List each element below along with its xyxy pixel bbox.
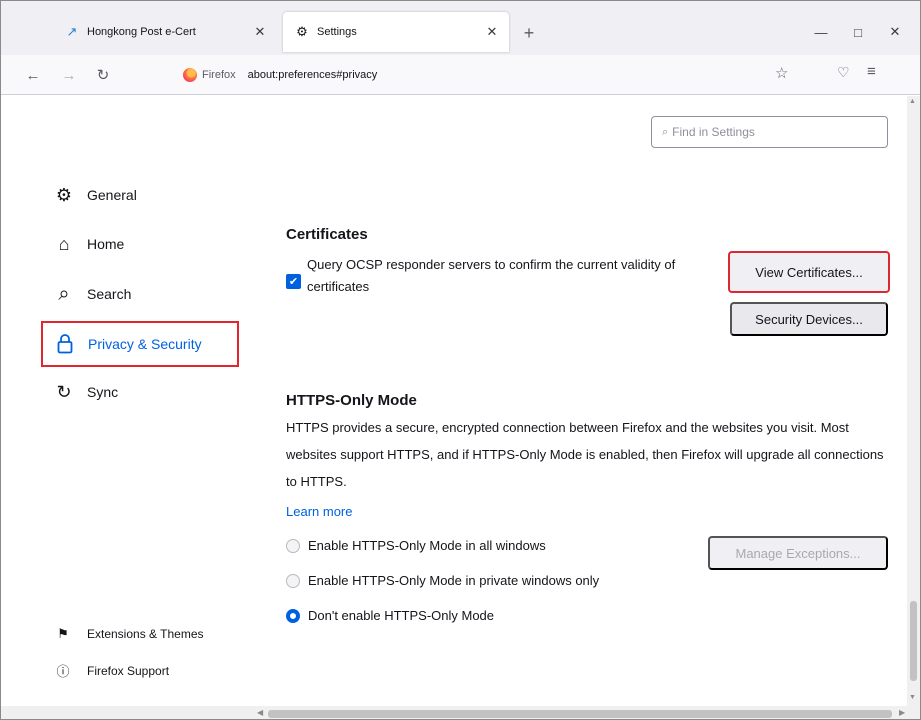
navigation-bar: ← → ↻ Firefox about:preferences#privacy …: [1, 55, 920, 95]
sidebar-item-privacy-security[interactable]: Privacy & Security: [41, 321, 239, 367]
home-icon: ⌂: [58, 233, 70, 254]
puzzle-icon: ⚑: [57, 626, 69, 641]
ocsp-checkbox[interactable]: ✔: [286, 274, 301, 289]
back-arrow-icon[interactable]: ←: [21, 63, 45, 87]
scroll-up-icon[interactable]: ▲: [909, 98, 916, 105]
sidebar-footer-support[interactable]: ⓘ Firefox Support: [55, 661, 169, 680]
certificates-heading: Certificates: [286, 226, 368, 243]
view-certificates-button[interactable]: View Certificates...: [728, 251, 890, 293]
help-icon: ⓘ: [56, 664, 70, 679]
close-tab-icon[interactable]: ✕: [249, 21, 271, 43]
radio-label: Enable HTTPS-Only Mode in all windows: [308, 538, 546, 553]
sidebar-item-search[interactable]: ⌕ Search: [53, 277, 131, 311]
https-only-heading: HTTPS-Only Mode: [286, 392, 417, 409]
firefox-logo-icon: [183, 68, 197, 82]
scroll-down-icon[interactable]: ▼: [909, 694, 916, 701]
sidebar-item-label: Home: [87, 236, 125, 252]
sidebar-footer-label: Firefox Support: [87, 663, 170, 678]
tab-settings[interactable]: ⚙ Settings ✕: [283, 12, 509, 52]
sidebar-item-home[interactable]: ⌂ Home: [53, 227, 125, 261]
find-in-settings[interactable]: ⌕: [651, 116, 888, 148]
url-bar[interactable]: Firefox about:preferences#privacy: [177, 60, 827, 90]
vertical-scrollbar[interactable]: ▲ ▼: [907, 96, 920, 706]
identity-box[interactable]: Firefox: [183, 68, 236, 82]
bookmark-star-icon[interactable]: ☆: [775, 64, 788, 82]
sidebar-footer-extensions[interactable]: ⚑ Extensions & Themes: [55, 626, 204, 642]
link-icon: ↗: [66, 24, 78, 39]
new-tab-icon[interactable]: +: [519, 23, 539, 43]
radio-button[interactable]: [286, 608, 300, 623]
gear-icon: ⚙: [296, 24, 308, 39]
settings-page: ⌕ ⚙ General ⌂ Home ⌕ Search Privacy & Se…: [1, 96, 907, 706]
learn-more-link[interactable]: Learn more: [286, 504, 352, 519]
scroll-right-icon[interactable]: ▶: [899, 708, 905, 717]
sync-icon: ↻: [56, 381, 72, 402]
scrollbar-thumb[interactable]: [910, 601, 917, 681]
radio-label: Don't enable HTTPS-Only Mode: [308, 608, 495, 623]
https-only-description: HTTPS provides a secure, encrypted conne…: [286, 420, 884, 489]
browser-window: ↗ Hongkong Post e-Cert ✕ ⚙ Settings ✕ + …: [0, 0, 921, 720]
sidebar-item-label: Privacy & Security: [88, 336, 202, 352]
sidebar-item-sync[interactable]: ↻ Sync: [53, 375, 118, 409]
search-icon: ⌕: [58, 282, 70, 305]
manage-exceptions-button[interactable]: Manage Exceptions...: [708, 536, 888, 570]
radio-https-private-only[interactable]: Enable HTTPS-Only Mode in private window…: [286, 573, 599, 588]
lock-icon: [57, 334, 73, 354]
radio-https-all-windows[interactable]: Enable HTTPS-Only Mode in all windows: [286, 538, 546, 553]
hamburger-menu-icon[interactable]: ≡: [867, 63, 876, 80]
horizontal-scrollbar[interactable]: ◀ ▶: [1, 706, 920, 719]
sidebar-footer-label: Extensions & Themes: [87, 627, 204, 641]
tab-title: Hongkong Post e-Cert: [87, 26, 196, 38]
reload-icon[interactable]: ↻: [91, 63, 115, 87]
tab-hongkong-post[interactable]: ↗ Hongkong Post e-Cert ✕: [53, 12, 277, 52]
sidebar-item-label: General: [87, 187, 137, 203]
radio-https-disabled[interactable]: Don't enable HTTPS-Only Mode: [286, 608, 494, 623]
sidebar-item-label: Sync: [87, 384, 119, 400]
forward-arrow-icon[interactable]: →: [57, 63, 81, 87]
scrollbar-thumb[interactable]: [268, 710, 892, 718]
close-window-icon[interactable]: ✕: [881, 19, 909, 45]
tab-strip: ↗ Hongkong Post e-Cert ✕ ⚙ Settings ✕ + …: [1, 1, 920, 55]
sidebar-item-general[interactable]: ⚙ General: [53, 178, 137, 212]
ocsp-label: Query OCSP responder servers to confirm …: [307, 257, 676, 294]
close-tab-icon[interactable]: ✕: [481, 21, 503, 43]
lock-icon: [54, 333, 76, 355]
radio-button[interactable]: [286, 573, 300, 588]
ocsp-checkbox-row[interactable]: ✔ Query OCSP responder servers to confir…: [286, 254, 726, 298]
maximize-icon[interactable]: □: [844, 19, 872, 45]
scroll-left-icon[interactable]: ◀: [257, 708, 263, 717]
url-text[interactable]: about:preferences#privacy: [248, 69, 378, 81]
radio-label: Enable HTTPS-Only Mode in private window…: [308, 573, 600, 588]
radio-button[interactable]: [286, 538, 300, 553]
brand-label: Firefox: [202, 69, 236, 81]
tab-title: Settings: [317, 26, 357, 38]
search-icon: ⌕: [662, 125, 669, 138]
security-devices-button[interactable]: Security Devices...: [730, 302, 888, 336]
search-input[interactable]: [672, 125, 873, 139]
sidebar-item-label: Search: [87, 286, 132, 302]
minimize-icon[interactable]: —: [807, 19, 835, 45]
pocket-icon[interactable]: ♡: [837, 64, 850, 81]
gear-icon: ⚙: [55, 184, 73, 205]
